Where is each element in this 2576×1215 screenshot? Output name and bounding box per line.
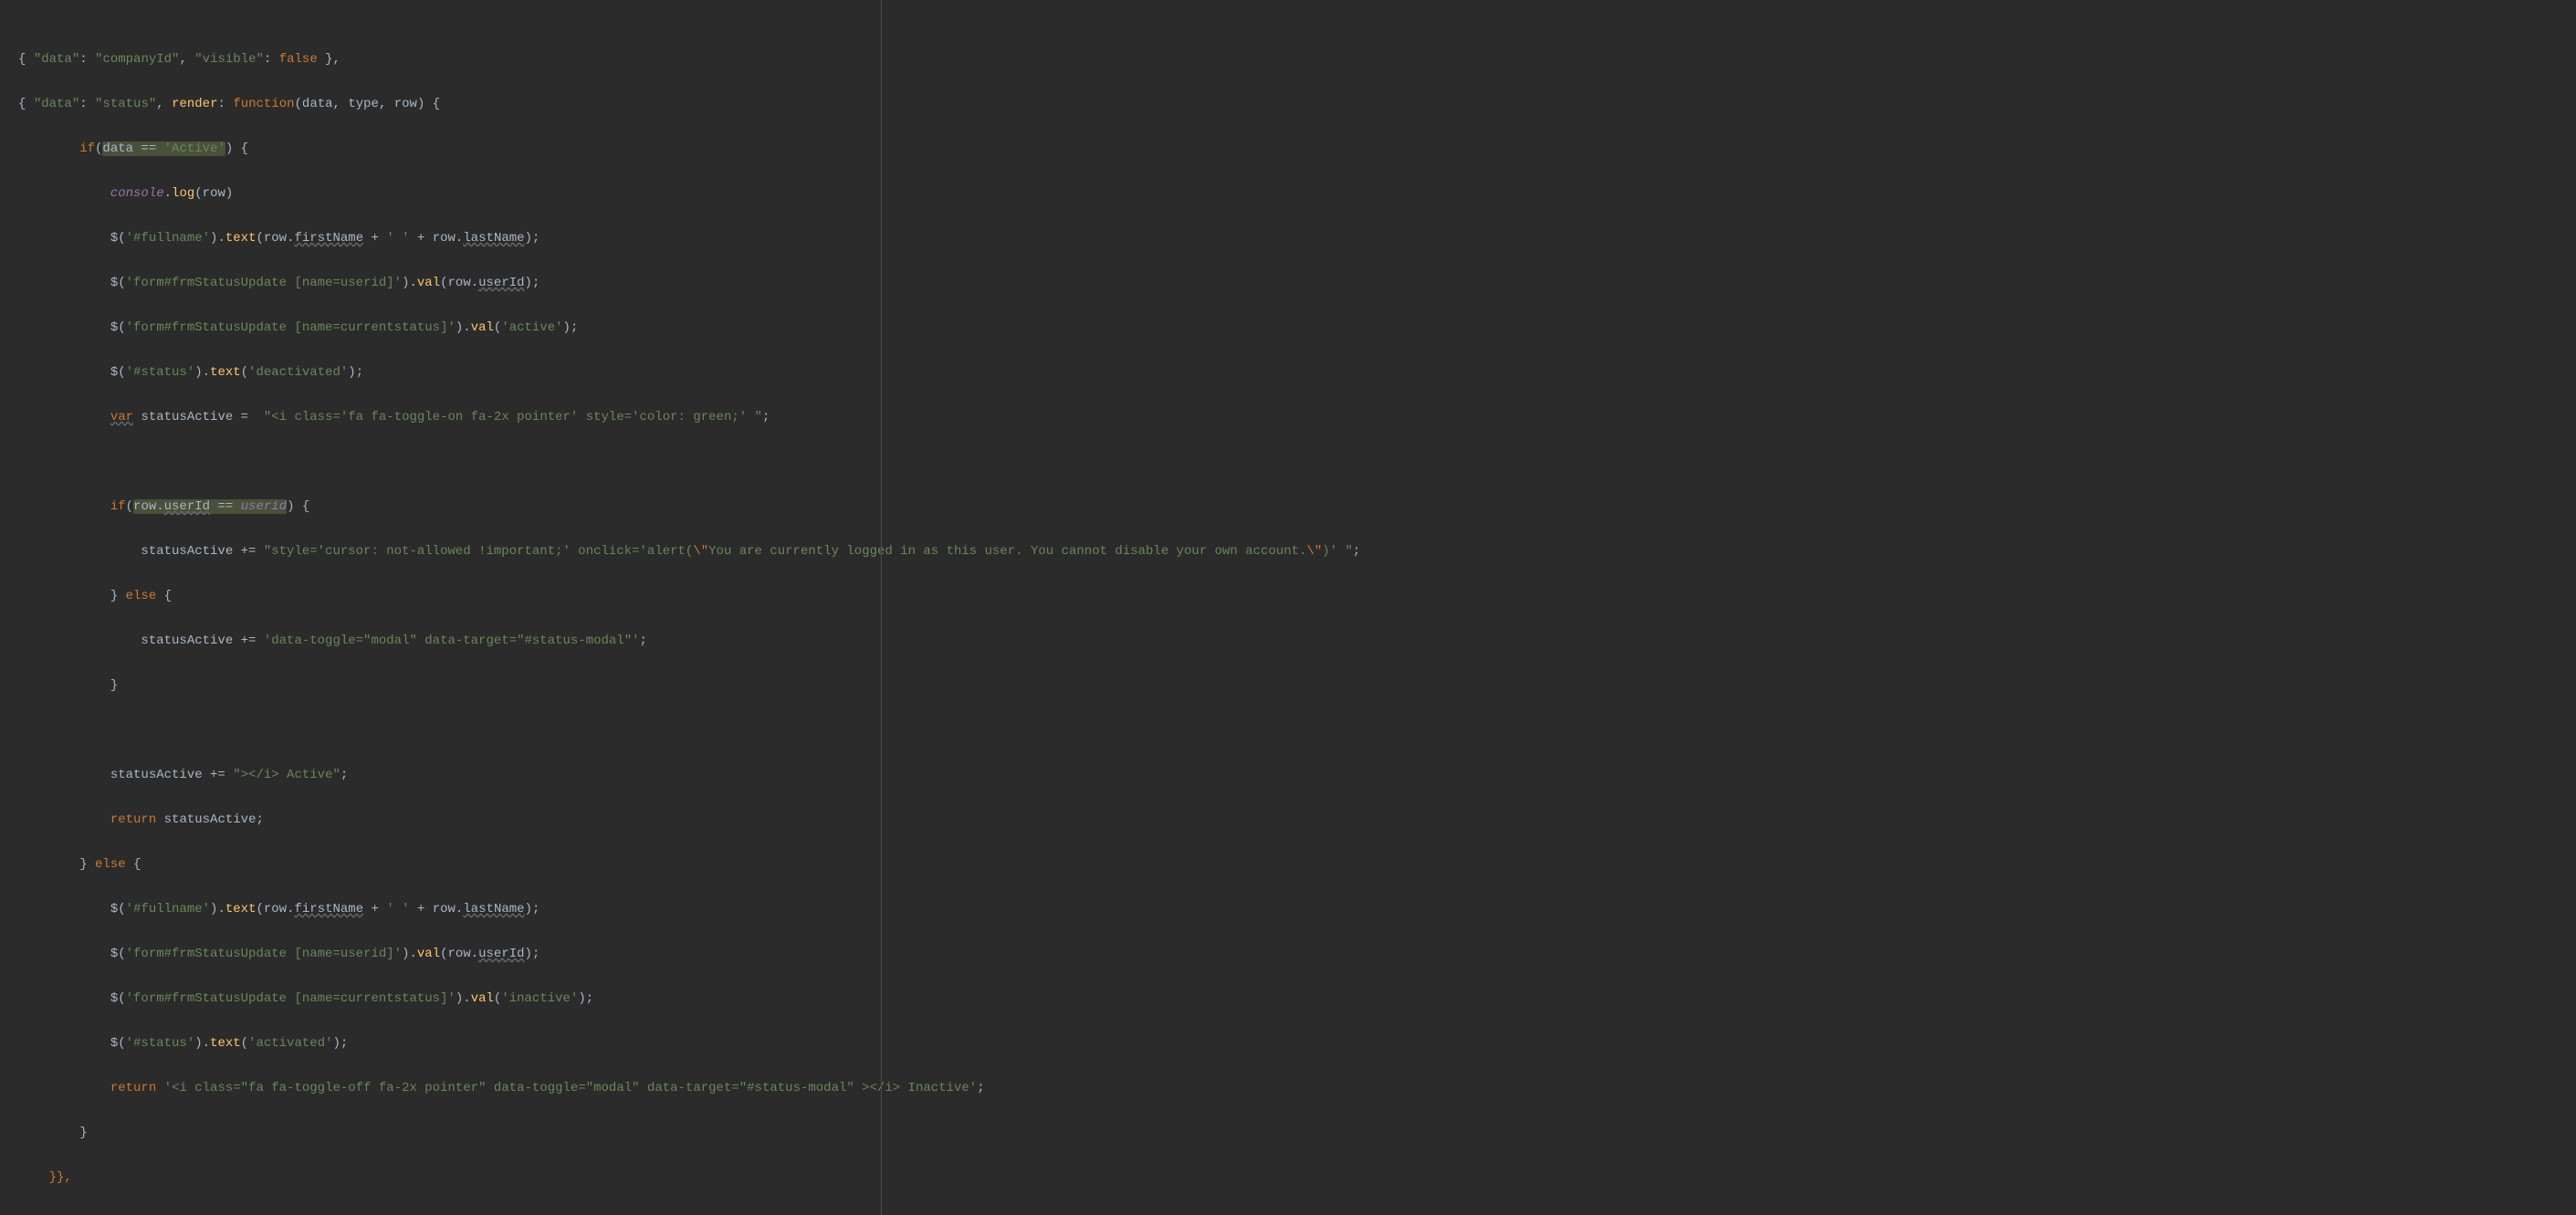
code-line[interactable]: statusActive += "style='cursor: not-allo… [18, 540, 2576, 563]
code-line[interactable]: } else { [18, 585, 2576, 608]
right-margin-ruler [881, 0, 882, 1215]
code-line[interactable]: statusActive += "></i> Active"; [18, 764, 2576, 787]
code-line[interactable]: $('#fullname').text(row.firstName + ' ' … [18, 227, 2576, 250]
code-line[interactable]: $('form#frmStatusUpdate [name=currentsta… [18, 988, 2576, 1011]
code-editor[interactable]: { "data": "companyId", "visible": false … [0, 0, 2576, 1215]
code-line[interactable]: console.log(row) [18, 183, 2576, 205]
code-line[interactable]: $('form#frmStatusUpdate [name=userid]').… [18, 272, 2576, 295]
code-line[interactable]: }}, [18, 1167, 2576, 1189]
code-line[interactable]: if(row.userId == userid) { [18, 496, 2576, 518]
code-line[interactable]: return statusActive; [18, 809, 2576, 832]
code-line[interactable]: statusActive += 'data-toggle="modal" dat… [18, 630, 2576, 653]
code-line[interactable]: } [18, 675, 2576, 697]
code-line[interactable]: $('form#frmStatusUpdate [name=currentsta… [18, 317, 2576, 340]
code-line[interactable]: { "data": "status", render: function(dat… [18, 93, 2576, 116]
code-line[interactable]: var statusActive = "<i class='fa fa-togg… [18, 406, 2576, 429]
code-line[interactable]: return '<i class="fa fa-toggle-off fa-2x… [18, 1077, 2576, 1100]
code-line[interactable]: if(data == 'Active') { [18, 138, 2576, 161]
code-line[interactable]: { "data": "companyId", "visible": false … [18, 48, 2576, 71]
code-line[interactable]: } [18, 1122, 2576, 1145]
code-line[interactable]: $('#status').text('activated'); [18, 1032, 2576, 1055]
code-line[interactable]: $('form#frmStatusUpdate [name=userid]').… [18, 943, 2576, 966]
code-line[interactable]: $('#status').text('deactivated'); [18, 361, 2576, 384]
code-line[interactable] [18, 719, 2576, 742]
code-line[interactable]: $('#fullname').text(row.firstName + ' ' … [18, 898, 2576, 921]
code-line[interactable] [18, 451, 2576, 474]
code-line[interactable]: } else { [18, 854, 2576, 876]
